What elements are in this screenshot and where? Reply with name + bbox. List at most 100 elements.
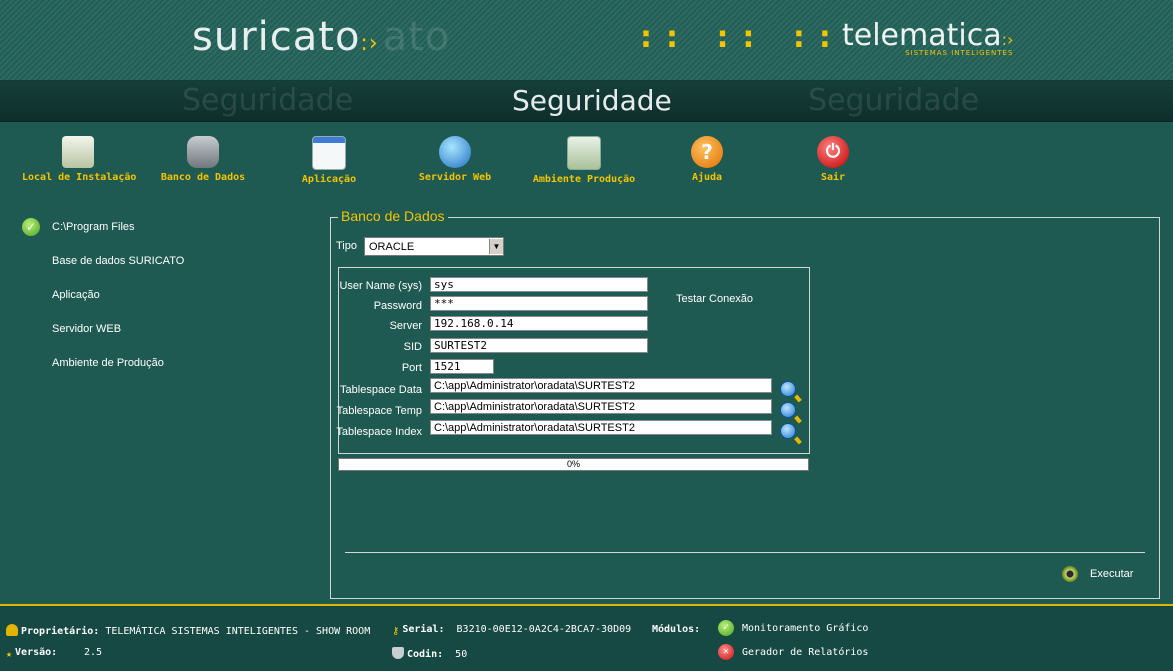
nav-item-base-dados[interactable]: Base de dados SURICATO	[22, 244, 312, 278]
owner-value: TELEMÁTICA SISTEMAS INTELIGENTES - SHOW …	[105, 626, 371, 637]
nav-item-label: C:\Program Files	[52, 221, 135, 233]
nav-item-label: Aplicação	[52, 289, 100, 301]
toolbar-servidor-web-button[interactable]: Servidor Web	[400, 128, 510, 183]
toolbar-sair-button[interactable]: ⏻ Sair	[778, 128, 888, 183]
browse-ts-temp-search-icon[interactable]	[780, 402, 796, 418]
arrows-decoration: :: :: ::	[640, 20, 845, 55]
version-line: ★ Versão:	[6, 647, 57, 661]
ts-temp-label: Tablespace Temp	[336, 405, 422, 417]
modules-label-text: Módulos:	[652, 624, 701, 635]
version-label: Versão:	[15, 647, 58, 658]
execute-button[interactable]: Executar	[1062, 566, 1133, 582]
serial-label: Serial:	[402, 624, 445, 635]
left-nav: ✓ C:\Program Files Base de dados SURICATO…	[22, 210, 312, 380]
toolbar-aplicacao-button[interactable]: Aplicação	[274, 128, 384, 185]
test-connection-button[interactable]: Testar Conexão	[676, 293, 753, 305]
owner-label: Proprietário:	[21, 626, 100, 637]
progress-bar: 0%	[338, 458, 809, 471]
power-icon: ⏻	[817, 136, 849, 168]
progress-text: 0%	[566, 459, 580, 469]
module-1-label: Monitoramento Gráfico	[742, 622, 869, 634]
module-item: ✕ Gerador de Relatórios	[718, 644, 868, 660]
empty-check-slot	[22, 252, 40, 270]
toolbar-label: Banco de Dados	[160, 172, 246, 183]
ts-index-input[interactable]	[430, 420, 772, 435]
execute-label: Executar	[1090, 568, 1134, 580]
nav-item-aplicacao[interactable]: Aplicação	[22, 278, 312, 312]
brand-banner: suricato:› ato :: :: :: telematica:› SISTE…	[0, 0, 1173, 81]
port-input[interactable]	[430, 359, 494, 374]
server-input[interactable]	[430, 316, 648, 331]
ts-data-label: Tablespace Data	[340, 384, 422, 396]
app-window: suricato:› ato :: :: :: telematica:› SISTE…	[0, 0, 1173, 671]
telematica-logo: telematica:› SISTEMAS INTELIGENTES	[842, 18, 1014, 57]
module-item: ✓ Monitoramento Gráfico	[718, 620, 868, 636]
toolbar-label: Local de Instalação	[22, 172, 137, 183]
panel-legend: Banco de Dados	[338, 208, 448, 224]
user-input[interactable]	[430, 277, 648, 292]
help-icon: ?	[691, 136, 723, 168]
tipo-select-value: ORACLE	[369, 240, 415, 253]
gear-icon	[1062, 566, 1078, 582]
ts-temp-input[interactable]	[430, 399, 772, 414]
codin-label: Codin:	[407, 649, 444, 660]
main-toolbar: Local de Instalação Banco de Dados Aplic…	[0, 128, 1173, 198]
browse-ts-data-search-icon[interactable]	[780, 381, 796, 397]
app-window-icon	[312, 136, 346, 170]
globe-icon	[439, 136, 471, 168]
empty-check-slot	[22, 320, 40, 338]
sid-input[interactable]	[430, 338, 648, 353]
nav-item-label: Servidor WEB	[52, 323, 122, 335]
server-label: Server	[389, 320, 422, 332]
status-footer: Proprietário: TELEMÁTICA SISTEMAS INTELI…	[0, 604, 1173, 671]
toolbar-ambiente-producao-button[interactable]: Ambiente Produção	[526, 128, 642, 185]
empty-check-slot	[22, 354, 40, 372]
codin-value: 50	[455, 649, 468, 660]
toolbar-label: Sair	[820, 172, 846, 183]
empty-check-slot	[22, 286, 40, 304]
modules-label: Módulos:	[652, 624, 700, 635]
suricato-logo: suricato:› ato	[192, 14, 451, 60]
chevron-down-icon[interactable]: ▼	[489, 239, 503, 254]
key-icon: ⚷	[392, 626, 400, 637]
user-label: User Name (sys)	[339, 280, 422, 292]
codin-line: Codin: 50	[392, 647, 467, 660]
serial-value: B3210-00E12-0A2C4-2BCA7-30D09	[456, 624, 632, 635]
check-icon: ✓	[718, 620, 734, 636]
nav-item-local-instalacao[interactable]: ✓ C:\Program Files	[22, 210, 312, 244]
toolbar-label: Ambiente Produção	[532, 174, 636, 185]
toolbar-ajuda-button[interactable]: ? Ajuda	[652, 128, 762, 183]
title-bar: Seguridade Seguridade Seguridade	[0, 81, 1173, 122]
user-icon	[6, 624, 18, 636]
version-value: 2.5	[84, 647, 103, 658]
title-ghost-left: Seguridade	[182, 83, 354, 118]
page-title: Seguridade	[512, 84, 672, 117]
owner-line: Proprietário: TELEMÁTICA SISTEMAS INTELI…	[6, 624, 370, 637]
star-icon: ★	[6, 649, 13, 660]
nav-item-ambiente-producao[interactable]: Ambiente de Produção	[22, 346, 312, 380]
title-ghost-right: Seguridade	[808, 83, 980, 118]
database-icon	[187, 136, 219, 168]
gear-window-icon	[567, 136, 601, 170]
browse-ts-index-search-icon[interactable]	[780, 423, 796, 439]
ts-index-label: Tablespace Index	[336, 426, 422, 438]
nav-item-servidor-web[interactable]: Servidor WEB	[22, 312, 312, 346]
serial-line: ⚷ Serial: B3210-00E12-0A2C4-2BCA7-30D09	[392, 624, 631, 638]
nav-item-label: Base de dados SURICATO	[52, 255, 185, 267]
toolbar-banco-dados-button[interactable]: Banco de Dados	[148, 128, 258, 183]
port-label: Port	[401, 362, 422, 374]
shield-icon	[392, 647, 404, 659]
nav-item-label: Ambiente de Produção	[52, 357, 164, 369]
check-icon: ✓	[22, 218, 40, 236]
ts-data-input[interactable]	[430, 378, 772, 393]
toolbar-label: Ajuda	[691, 172, 723, 183]
module-2-label: Gerador de Relatórios	[742, 646, 869, 658]
divider	[345, 552, 1145, 553]
toolbar-local-instalacao-button[interactable]: Local de Instalação	[22, 128, 137, 183]
tipo-label: Tipo	[336, 240, 357, 252]
password-input[interactable]	[430, 296, 648, 311]
toolbar-label: Servidor Web	[418, 172, 492, 183]
password-label: Password	[373, 300, 422, 312]
tipo-select[interactable]: ORACLE ▼	[364, 237, 504, 256]
sid-label: SID	[403, 341, 422, 353]
